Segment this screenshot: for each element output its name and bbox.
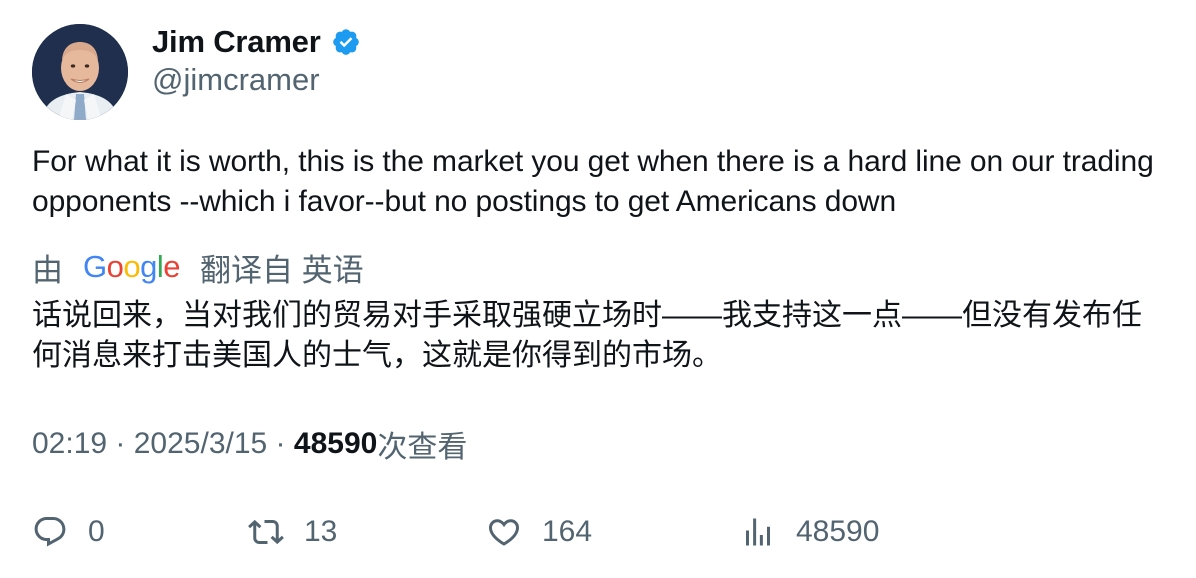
reply-icon [34, 517, 66, 547]
views-count: 48590 [293, 427, 378, 460]
repost-count: 13 [304, 515, 338, 548]
translation-attribution: 由 Google 翻译自 英语 [32, 246, 364, 288]
author-handle[interactable]: @jimcramer [152, 62, 320, 98]
profile-photo-icon [32, 24, 128, 120]
repost-icon [248, 519, 284, 545]
repost-button[interactable]: 13 [248, 510, 337, 554]
like-count: 164 [542, 515, 593, 548]
meta-separator: · [107, 427, 134, 460]
author-display-name[interactable]: Jim Cramer [152, 24, 321, 60]
analytics-icon [746, 518, 770, 546]
author-name-row: Jim Cramer [152, 22, 361, 62]
translation-suffix: 翻译自 英语 [200, 252, 364, 288]
views-button[interactable]: 48590 [740, 510, 879, 554]
google-logo: Google [83, 249, 181, 284]
tweet-time[interactable]: 02:19 [32, 427, 107, 461]
tweet-meta: 02:19 · 2025/3/15 · 48590 次查看 [32, 424, 467, 464]
like-button[interactable]: 164 [486, 510, 592, 554]
action-bar: 0 13 164 48590 [0, 510, 1196, 554]
heart-icon [488, 519, 520, 546]
meta-separator: · [267, 427, 294, 460]
translation-prefix: 由 [32, 252, 63, 288]
views-action-count: 48590 [796, 515, 880, 548]
avatar[interactable] [32, 24, 128, 120]
verified-badge-icon [332, 29, 359, 55]
tweet-text: For what it is worth, this is the market… [32, 145, 1154, 218]
reply-button[interactable]: 0 [32, 510, 105, 554]
reply-count: 0 [88, 515, 105, 548]
tweet-date[interactable]: 2025/3/15 [134, 427, 267, 461]
translated-text: 话说回来，当对我们的贸易对手采取强硬立场时——我支持这一点——但没有发布任何消息… [32, 299, 1142, 372]
views-label: 次查看 [377, 431, 468, 464]
